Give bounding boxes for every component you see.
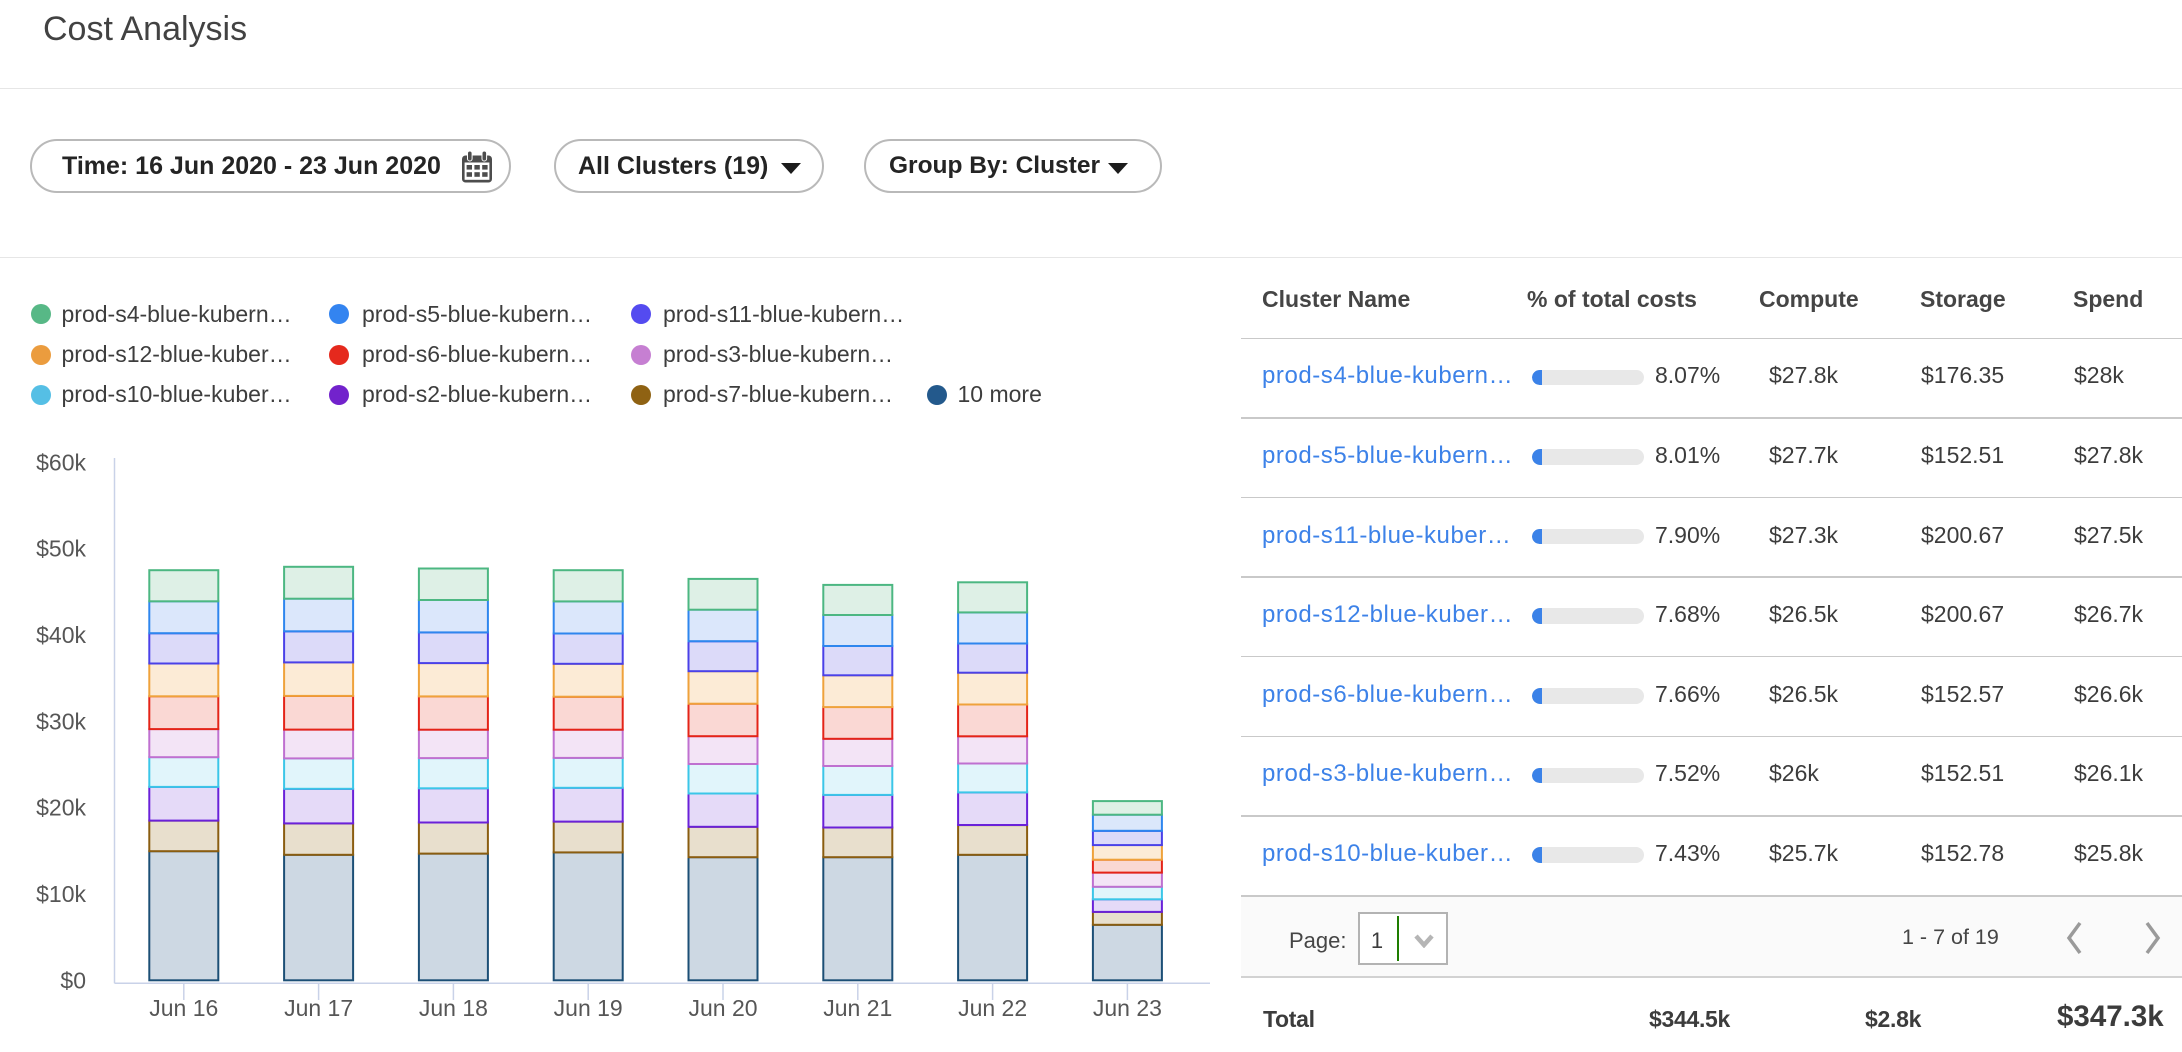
svg-text:$40k: $40k bbox=[36, 622, 86, 648]
svg-text:$10k: $10k bbox=[36, 881, 86, 907]
svg-text:$60k: $60k bbox=[36, 449, 86, 475]
svg-text:Jun 20: Jun 20 bbox=[688, 995, 757, 1021]
svg-text:$0: $0 bbox=[60, 967, 86, 993]
svg-text:Jun 21: Jun 21 bbox=[823, 995, 892, 1021]
svg-text:$30k: $30k bbox=[36, 708, 86, 734]
svg-text:Jun 23: Jun 23 bbox=[1093, 995, 1162, 1021]
svg-text:Jun 16: Jun 16 bbox=[149, 995, 218, 1021]
svg-text:Jun 17: Jun 17 bbox=[284, 995, 353, 1021]
svg-text:Jun 18: Jun 18 bbox=[419, 995, 488, 1021]
svg-text:$20k: $20k bbox=[36, 795, 86, 821]
svg-text:Jun 19: Jun 19 bbox=[554, 995, 623, 1021]
svg-text:$50k: $50k bbox=[36, 536, 86, 562]
svg-text:Jun 22: Jun 22 bbox=[958, 995, 1027, 1021]
